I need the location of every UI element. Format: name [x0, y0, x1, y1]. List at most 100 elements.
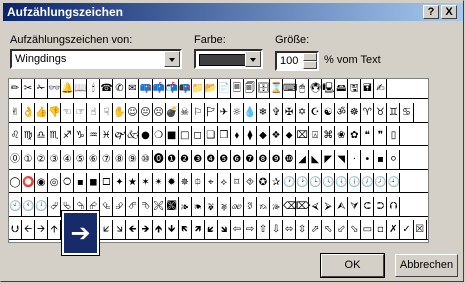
symbol-cell[interactable]: 🙕 [179, 196, 192, 217]
symbol-cell[interactable]: ☼ [231, 102, 244, 123]
symbol-cell[interactable]: ⌨ [283, 79, 297, 99]
symbol-cell[interactable]: ⌛ [270, 79, 284, 99]
symbol-cell[interactable]: ❶ [166, 149, 179, 170]
symbol-cell[interactable]: ♏ [48, 126, 62, 146]
symbol-cell[interactable]: ⇧ [257, 220, 270, 240]
symbol-cell[interactable]: ✏ [9, 79, 23, 99]
symbol-cell[interactable]: 🡿 [205, 220, 218, 240]
symbol-cell[interactable]: ⌑ [231, 173, 244, 193]
symbol-cell[interactable]: ♌ [9, 126, 23, 146]
symbol-cell[interactable]: ❺ [218, 149, 231, 170]
symbol-cell[interactable]: ◎ [48, 173, 62, 193]
symbol-cell[interactable]: ❍ [153, 126, 166, 146]
symbol-cell[interactable]: 🡸 [126, 220, 140, 240]
symbol-cell[interactable]: ✁ [35, 79, 49, 99]
symbol-cell[interactable]: 🞅 [61, 173, 75, 193]
symbol-cell[interactable]: 🡩 [48, 220, 62, 240]
symbol-cell[interactable]: ✓ [401, 220, 414, 240]
symbol-cell[interactable]: 🙑 [244, 196, 257, 217]
symbol-cell[interactable]: ● [140, 126, 153, 146]
symbol-cell[interactable]: 🕘 [387, 173, 401, 193]
symbol-cell[interactable]: 🗄 [257, 79, 270, 99]
symbol-cell[interactable]: ▯ [387, 126, 401, 146]
symbol-cell[interactable]: ♊ [387, 102, 401, 123]
symbol-cell[interactable]: ⮉ [387, 196, 401, 217]
symbol-cell[interactable]: 🏱 [205, 102, 218, 123]
symbol-cell[interactable]: ☒ [414, 220, 427, 240]
symbol-cell[interactable]: 🕒 [309, 173, 323, 193]
symbol-cell[interactable]: 🕓 [322, 173, 336, 193]
symbol-cell[interactable]: 📭 [179, 79, 192, 99]
symbol-cell[interactable]: 🡽 [192, 220, 205, 240]
symbol-cell[interactable]: 🕚 [22, 196, 36, 217]
symbol-cell[interactable]: ⓿ [153, 149, 166, 170]
symbol-cell[interactable]: ☟ [100, 102, 114, 123]
symbol-cell[interactable]: ⌖ [205, 173, 218, 193]
symbol-cell[interactable]: 📖 [74, 79, 88, 99]
chevron-down-icon[interactable] [245, 51, 261, 67]
symbol-cell[interactable]: ☜ [61, 102, 75, 123]
symbol-cell[interactable]: 🡮 [113, 220, 127, 240]
symbol-cell[interactable]: ⑦ [100, 149, 114, 170]
symbol-cell[interactable]: ❝ [361, 126, 375, 146]
symbol-cell[interactable]: ⧫ [244, 126, 257, 146]
symbol-cell[interactable]: ❒ [218, 126, 231, 146]
font-combobox[interactable]: Wingdings [10, 49, 182, 69]
symbol-cell[interactable]: • [361, 149, 375, 170]
symbol-cell[interactable]: 🙖 [218, 196, 231, 217]
symbol-cell[interactable]: 📬 [166, 79, 179, 99]
symbol-cell[interactable]: ◣ [309, 149, 323, 170]
symbol-cell[interactable]: ⓪ [9, 149, 23, 170]
symbol-cell[interactable]: 🙫 [166, 196, 179, 217]
symbol-cell[interactable]: 🕯 [87, 79, 101, 99]
symbol-cell[interactable]: ✗ [387, 220, 401, 240]
symbol-cell[interactable]: ♉ [374, 102, 388, 123]
symbol-cell[interactable]: 📄 [218, 79, 231, 99]
symbol-cell[interactable]: ❷ [179, 149, 192, 170]
symbol-cell[interactable]: ✞ [270, 102, 284, 123]
symbol-cell[interactable]: ♎ [35, 126, 49, 146]
symbol-cell[interactable]: ❼ [244, 149, 257, 170]
symbol-cell[interactable]: ⌫ [283, 196, 297, 217]
symbol-cell[interactable]: □ [179, 126, 192, 146]
symbol-cell[interactable]: ☎ [100, 79, 114, 99]
symbol-cell[interactable]: ♈ [361, 102, 375, 123]
symbol-cell[interactable]: ⮈ [361, 196, 375, 217]
symbol-cell[interactable]: 🙓 [270, 196, 284, 217]
symbol-cell[interactable]: 🖲 [309, 79, 323, 99]
symbol-cell[interactable]: ⬂ [348, 220, 362, 240]
symbol-cell[interactable]: ⯐ [192, 173, 205, 193]
symbol-cell[interactable]: ♒ [87, 126, 101, 146]
symbol-cell[interactable]: 🙒 [257, 196, 270, 217]
symbol-cell[interactable]: ▪ [74, 173, 88, 193]
spin-up-icon[interactable] [303, 53, 317, 61]
symbol-cell[interactable]: 🖳 [322, 79, 336, 99]
symbol-cell[interactable]: ⇦ [231, 220, 244, 240]
symbol-cell[interactable]: ◢ [296, 149, 310, 170]
symbol-cell[interactable]: 📁 [192, 79, 205, 99]
symbol-cell[interactable]: 👓 [48, 79, 62, 99]
symbol-cell[interactable]: ❞ [374, 126, 388, 146]
symbol-cell[interactable]: 🙪 [153, 196, 166, 217]
symbol-cell[interactable]: ② [35, 149, 49, 170]
symbol-cell[interactable]: 🡼 [179, 220, 192, 240]
symbol-cell[interactable]: ✂ [22, 79, 36, 99]
symbol-cell[interactable]: ⮋ [9, 220, 23, 240]
ok-button[interactable]: OK [320, 253, 385, 278]
symbol-cell[interactable]: ☪ [309, 102, 323, 123]
symbol-cell[interactable]: ❹ [205, 149, 218, 170]
symbol-cell[interactable]: 🗐 [244, 79, 257, 99]
symbol-cell[interactable]: 🙰 [113, 126, 127, 146]
symbol-cell[interactable]: ◼ [87, 173, 101, 193]
symbol-cell[interactable]: ♓ [100, 126, 114, 146]
symbol-cell[interactable]: ◻ [192, 126, 205, 146]
symbol-cell[interactable]: ☺ [126, 102, 140, 123]
symbol-cell[interactable]: ⬥ [283, 126, 297, 146]
symbol-cell[interactable]: 💧 [244, 102, 257, 123]
symbol-cell[interactable]: ♐ [61, 126, 75, 146]
symbol-cell[interactable]: ✴ [153, 173, 166, 193]
symbol-cell[interactable]: ❑ [205, 126, 218, 146]
symbol-cell[interactable]: ⟡ [218, 173, 231, 193]
chevron-down-icon[interactable] [164, 51, 180, 67]
symbol-cell[interactable]: ⬃ [335, 220, 349, 240]
